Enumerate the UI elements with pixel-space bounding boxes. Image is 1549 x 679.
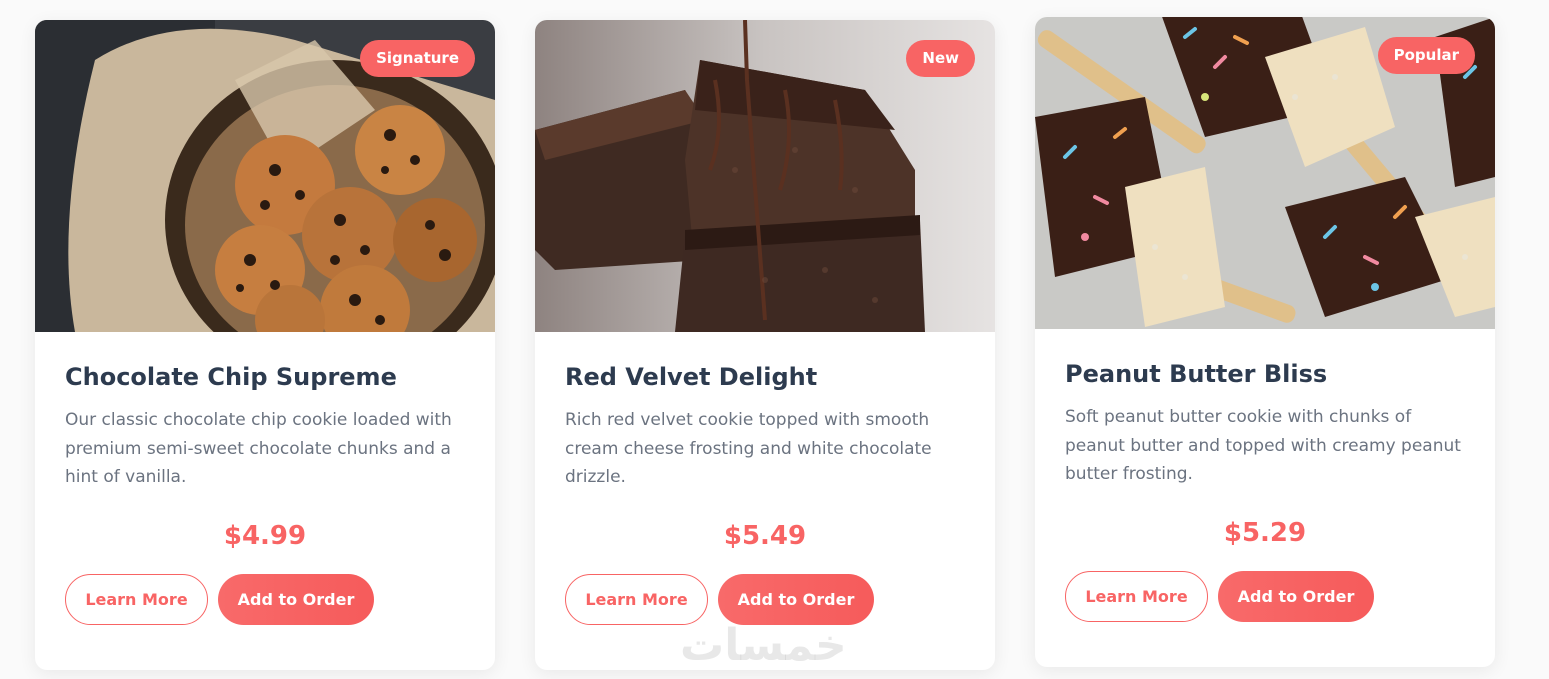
product-title: Chocolate Chip Supreme [65,363,397,391]
card-body: Peanut Butter Bliss Soft peanut butter c… [1035,329,1495,622]
product-badge: New [906,40,975,77]
product-card: Signature Chocolate Chip Supreme Our cla… [35,20,495,670]
product-badge: Signature [360,40,475,77]
add-to-order-button[interactable]: Add to Order [1218,571,1374,622]
product-image: New [535,20,995,332]
learn-more-button[interactable]: Learn More [65,574,208,625]
product-image: Popular [1035,17,1495,329]
product-card: New Red Velvet Delight Rich red velvet c… [535,20,995,670]
card-body: Chocolate Chip Supreme Our classic choco… [35,332,495,625]
learn-more-button[interactable]: Learn More [1065,571,1208,622]
product-card: Popular Peanut Butter Bliss Soft peanut … [1035,17,1495,667]
card-actions: Learn More Add to Order [65,574,465,625]
product-title: Peanut Butter Bliss [1065,360,1328,388]
learn-more-button[interactable]: Learn More [565,574,708,625]
product-badge: Popular [1377,37,1475,74]
product-description: Our classic chocolate chip cookie loaded… [65,410,452,487]
add-to-order-button[interactable]: Add to Order [218,574,374,625]
product-description: Rich red velvet cookie topped with smoot… [565,410,932,487]
product-title: Red Velvet Delight [565,363,818,391]
product-price: $4.99 [223,521,307,551]
add-to-order-button[interactable]: Add to Order [718,574,874,625]
card-body: Red Velvet Delight Rich red velvet cooki… [535,332,995,625]
watermark: خمسات [680,620,847,671]
card-actions: Learn More Add to Order [565,574,965,625]
product-price: $5.49 [723,521,807,551]
card-actions: Learn More Add to Order [1065,571,1465,622]
product-image: Signature [35,20,495,332]
product-price: $5.29 [1223,518,1307,548]
product-description: Soft peanut butter cookie with chunks of… [1065,407,1461,484]
